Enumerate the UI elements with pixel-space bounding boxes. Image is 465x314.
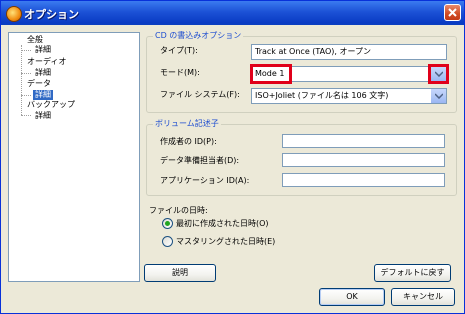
filesystem-value: ISO+Joliet (ファイル名は 106 文字) (255, 91, 389, 100)
tree-item-backup[interactable]: バックアップ (27, 100, 75, 110)
filesystem-select[interactable]: ISO+Joliet (ファイル名は 106 文字) (251, 88, 447, 104)
type-label: タイプ(T): (160, 46, 198, 55)
title-bar[interactable]: オプション (1, 1, 464, 25)
author-id-label: 作成者の ID(P): (160, 137, 217, 146)
app-id-input[interactable] (282, 173, 445, 187)
mode-dropdown-highlight (428, 64, 449, 84)
type-value: Track at Once (TAO), オープン (255, 47, 372, 56)
radio-mastered-date-label: マスタリングされた日時(E) (176, 237, 276, 246)
radio-mastered-date[interactable] (162, 236, 173, 247)
tree-item-data[interactable]: データ (27, 79, 51, 89)
tree-item-audio-detail[interactable]: 詳細 (35, 68, 51, 78)
mode-value-highlight (250, 64, 292, 84)
filesystem-label: ファイル システム(F): (160, 90, 240, 99)
app-icon (6, 6, 22, 22)
app-id-label: アプリケーション ID(A): (160, 176, 250, 185)
tree-item-data-detail[interactable]: 詳細 (33, 90, 53, 100)
file-date-label: ファイルの日時: (149, 206, 208, 215)
category-tree[interactable]: 全般 詳細 オーディオ 詳細 データ 詳細 バックアップ 詳細 (8, 32, 140, 282)
chevron-down-icon (435, 93, 443, 99)
options-dialog: オプション 全般 詳細 オーディオ 詳細 データ 詳細 バックアップ 詳細 CD… (0, 0, 465, 314)
preparer-input[interactable] (282, 153, 445, 167)
type-select[interactable]: Track at Once (TAO), オープン (251, 44, 447, 60)
tree-item-general[interactable]: 全般 (27, 35, 43, 45)
radio-created-date[interactable] (162, 218, 173, 229)
tree-item-general-detail[interactable]: 詳細 (35, 45, 51, 55)
author-id-input[interactable] (282, 134, 445, 148)
ok-button[interactable]: OK (319, 288, 385, 306)
preparer-label: データ準備担当者(D): (160, 156, 240, 165)
volume-descriptor-title: ボリューム記述子 (153, 119, 221, 129)
radio-created-date-label: 最初に作成された日時(O) (176, 219, 269, 228)
tree-item-backup-detail[interactable]: 詳細 (35, 111, 51, 121)
window-title: オプション (24, 8, 79, 21)
mode-label: モード(M): (160, 68, 200, 77)
close-icon (448, 8, 457, 17)
restore-defaults-button[interactable]: デフォルトに戻す (374, 264, 451, 282)
close-button[interactable] (444, 4, 461, 21)
tree-item-audio[interactable]: オーディオ (27, 57, 66, 67)
cd-options-title: CD の書込みオプション (153, 31, 244, 41)
help-button[interactable]: 説明 (144, 264, 216, 282)
cancel-button[interactable]: キャンセル (391, 288, 455, 306)
filesystem-dropdown-button[interactable] (430, 89, 446, 103)
